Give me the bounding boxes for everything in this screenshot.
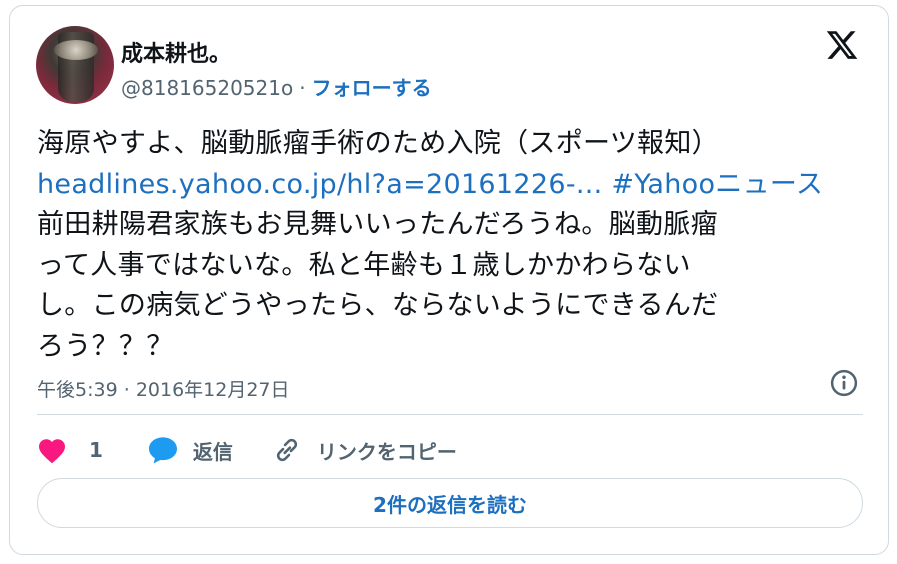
tweet-text-line: ろう？？？ bbox=[37, 330, 174, 362]
divider bbox=[37, 414, 863, 415]
speech-bubble-icon bbox=[148, 437, 177, 464]
avatar-foam-shape bbox=[54, 40, 98, 60]
timestamp[interactable]: 午後5:39 · 2016年12月27日 bbox=[37, 375, 290, 402]
copy-link-button[interactable]: リンクをコピー bbox=[273, 436, 457, 465]
follow-button[interactable]: フォローする bbox=[312, 76, 432, 100]
copy-link-label: リンクをコピー bbox=[316, 439, 457, 464]
author-name[interactable]: 成本耕也。 bbox=[121, 36, 231, 68]
timestamp-date: 2016年12月27日 bbox=[135, 379, 290, 401]
author-handle[interactable]: @81816520521o bbox=[121, 76, 293, 100]
tweet-text-line: って人事ではないな。私と年齢も１歳しかかわらない bbox=[37, 249, 691, 281]
like-count: 1 bbox=[89, 438, 103, 462]
tweet-link-line: headlines.yahoo.co.jp/hl?a=20161226-... … bbox=[37, 165, 867, 206]
like-button[interactable]: 1 bbox=[37, 436, 103, 464]
info-icon[interactable] bbox=[829, 368, 859, 398]
tweet-link[interactable]: headlines.yahoo.co.jp/hl?a=20161226-... bbox=[37, 169, 603, 200]
link-icon bbox=[276, 438, 297, 462]
tweet-text-line: し。この病気どうやったら、ならないようにできるんだ bbox=[37, 290, 719, 321]
handle-separator: · bbox=[299, 76, 306, 100]
tweet-text-line: 海原やすよ、脳動脈瘤手術のため入院（スポーツ報知） bbox=[37, 128, 719, 159]
reply-label: 返信 bbox=[192, 439, 233, 464]
handle-row: @81816520521o · フォローする bbox=[121, 72, 432, 101]
avatar[interactable] bbox=[36, 26, 114, 104]
tweet-text-line: 前田耕陽君家族もお見舞いいったんだろうね。脳動脈瘤 bbox=[37, 209, 718, 240]
timestamp-separator: · bbox=[123, 379, 130, 401]
read-replies-button[interactable]: 2件の返信を読む bbox=[37, 478, 863, 528]
timestamp-time: 午後5:39 bbox=[37, 379, 118, 401]
tweet-card: 成本耕也。 @81816520521o · フォローする 海原やすよ、脳動脈瘤手術の… bbox=[9, 5, 889, 555]
reply-button[interactable]: 返信 bbox=[147, 435, 233, 465]
tweet-body: 海原やすよ、脳動脈瘤手術のため入院（スポーツ報知） headlines.yaho… bbox=[37, 124, 867, 367]
tweet-hashtag[interactable]: #Yahooニュース bbox=[611, 169, 823, 200]
action-bar: 1 返信 リンクをコピー bbox=[37, 430, 457, 470]
x-logo-icon[interactable] bbox=[824, 28, 860, 62]
heart-icon bbox=[39, 439, 65, 464]
